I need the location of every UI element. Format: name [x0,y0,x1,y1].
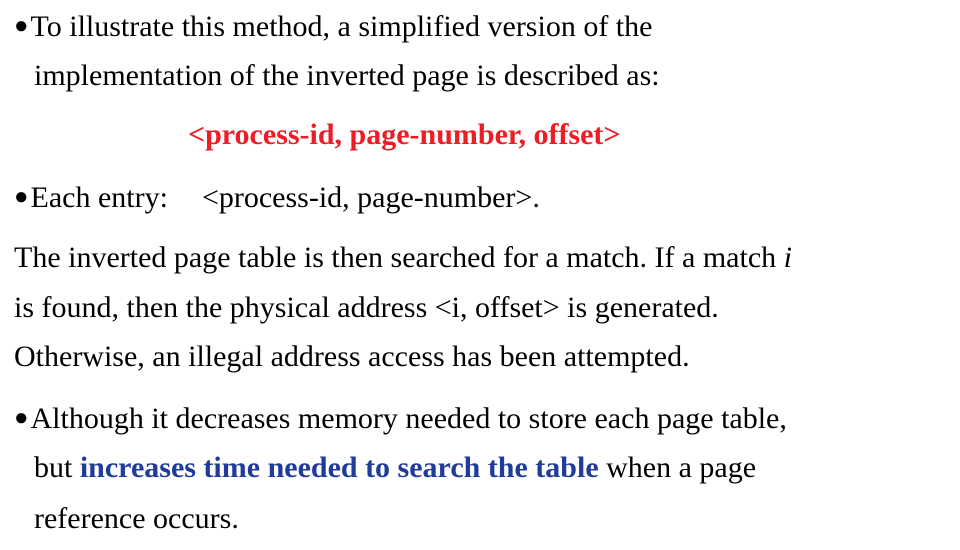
paragraph-3-line-2: is found, then the physical address <i, … [14,290,719,326]
entry-value: <process-id, page-number>. [201,181,540,214]
paragraph-3-text-2: is found, then the physical address <i, … [14,291,719,324]
address-format: <process-id, page-number, offset> [188,118,621,151]
paragraph-1-text-1: To illustrate this method, a simplified … [30,10,653,43]
paragraph-4-text-1: Although it decreases memory needed to s… [30,402,787,435]
paragraph-4-text-3: reference occurs. [34,502,239,535]
paragraph-4-line-3: reference occurs. [34,501,239,537]
paragraph-3-text-1: The inverted page table is then searched… [14,241,784,274]
paragraph-3-text-3: Otherwise, an illegal address access has… [14,340,690,373]
paragraph-1-line-1: ●To illustrate this method, a simplified… [14,8,652,45]
paragraph-4-line-2: but increases time needed to search the … [34,450,756,486]
paragraph-4-line-1: ●Although it decreases memory needed to … [14,400,787,437]
bullet-icon: ● [14,13,29,39]
bullet-icon: ● [14,184,29,210]
entry-label: Each entry: [30,181,168,214]
paragraph-4-text-2a: but [34,451,80,484]
paragraph-2-line: ●Each entry: <process-id, page-number>. [14,179,540,216]
paragraph-3-line-1: The inverted page table is then searched… [14,240,792,276]
paragraph-4-text-2b: when a page [598,451,757,484]
slide: ●To illustrate this method, a simplified… [0,0,960,550]
match-variable: i [783,241,792,274]
bullet-icon: ● [14,405,29,431]
paragraph-3-line-3: Otherwise, an illegal address access has… [14,339,690,375]
paragraph-1-line-2: implementation of the inverted page is d… [34,58,660,94]
paragraph-1-text-2: implementation of the inverted page is d… [34,59,660,92]
search-time-highlight: increases time needed to search the tabl… [79,451,599,484]
